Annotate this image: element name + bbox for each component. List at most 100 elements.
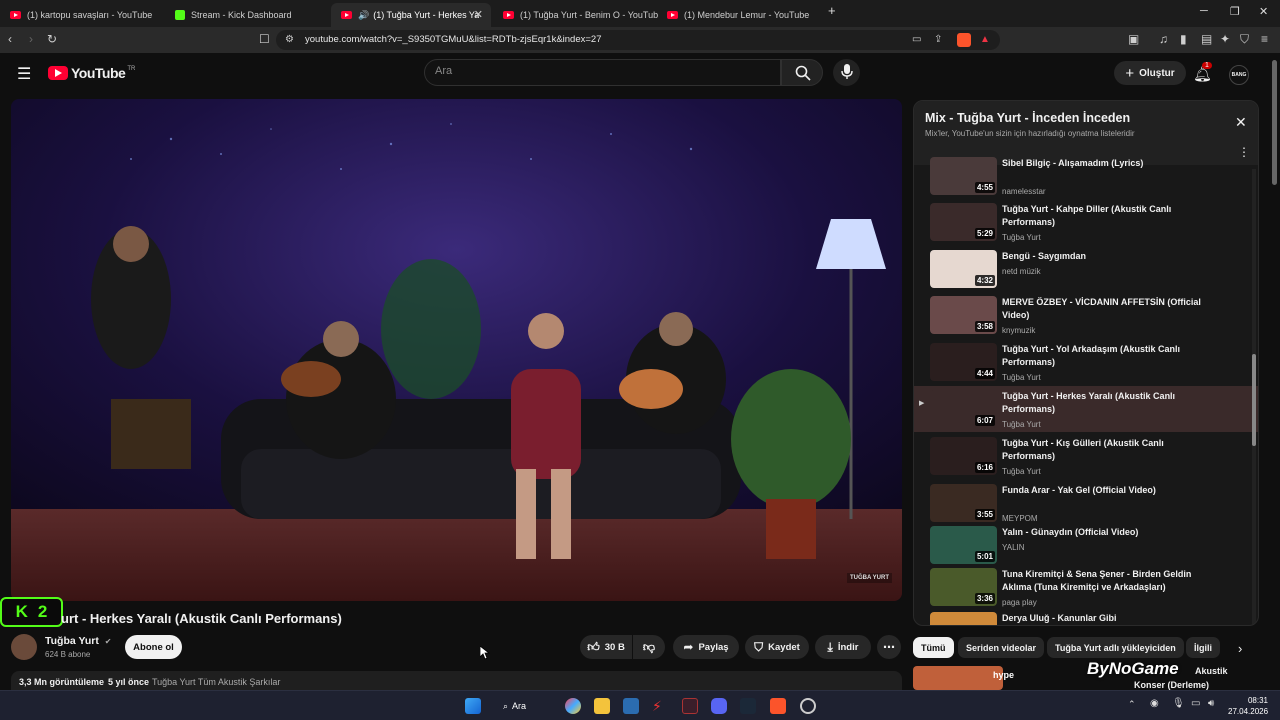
playlist-item[interactable]: 5:01 Yalın - Günaydın (Official Video) YAL…: [914, 522, 1258, 568]
voice-search-button[interactable]: [833, 59, 860, 86]
video-thumbnail[interactable]: 4:44: [930, 343, 997, 381]
obs-icon[interactable]: [800, 698, 816, 714]
search-box[interactable]: [424, 59, 781, 86]
steam-icon[interactable]: [740, 698, 756, 714]
scrollbar-thumb[interactable]: [1252, 354, 1256, 446]
taskbar-search[interactable]: ⌕ Ara: [503, 696, 555, 716]
clock[interactable]: 08:31 27.04.2026: [1228, 695, 1268, 717]
playlist-item[interactable]: 5:29 Tuğba Yurt - Kahpe Diller (Akustik C…: [914, 199, 1258, 245]
create-button[interactable]: + Oluştur: [1114, 61, 1186, 85]
browser-tab[interactable]: (1) Tuğba Yurt - Benim O - YouTube: [493, 3, 658, 27]
site-info-icon[interactable]: ⚙: [285, 34, 294, 46]
back-icon[interactable]: ‹: [8, 33, 12, 45]
youtube-logo[interactable]: YouTube TR: [48, 65, 135, 81]
playlist-scrollbar[interactable]: [1252, 169, 1256, 625]
snipping-tool-icon[interactable]: [623, 698, 639, 714]
new-tab-button[interactable]: +: [828, 3, 836, 18]
video-player[interactable]: TUĞBA YURT: [11, 99, 902, 601]
browser-tab-active[interactable]: 🔊 (1) Tuğba Yurt - Herkes Yaralı ✕: [331, 3, 491, 27]
vpn-icon[interactable]: ⛉: [1240, 33, 1249, 45]
playlist-item[interactable]: Derya Uluğ - Kanunlar Gibi: [914, 608, 1258, 625]
video-thumbnail[interactable]: 6:16: [930, 437, 997, 475]
video-thumbnail[interactable]: 4:32: [930, 250, 997, 288]
country-code: TR: [127, 66, 136, 72]
brave-browser-icon[interactable]: [770, 698, 786, 714]
dislike-button[interactable]: 👎︎: [633, 635, 665, 659]
forward-icon[interactable]: ›: [29, 33, 33, 45]
address-bar[interactable]: ⚙ youtube.com/watch?v=_S9350TGMuU&list=R…: [276, 30, 1000, 50]
close-icon[interactable]: ✕: [1235, 114, 1247, 131]
description-tag[interactable]: Tuğba Yurt Tüm Akustik Şarkılar: [152, 677, 280, 687]
playlist-item-current[interactable]: ▶ 6:07 Tuğba Yurt - Herkes Yaralı (Akustik…: [914, 386, 1258, 432]
chevron-right-icon[interactable]: ›: [1238, 641, 1242, 656]
bookmark-icon[interactable]: ☐: [259, 33, 270, 45]
search-input[interactable]: [435, 65, 765, 77]
cast-icon[interactable]: ▭: [912, 34, 921, 46]
browser-tab[interactable]: Stream - Kick Dashboard: [165, 3, 330, 27]
save-button[interactable]: ⛉ Kaydet: [745, 635, 809, 659]
tray-app-icon[interactable]: ◉: [1150, 698, 1159, 709]
account-avatar[interactable]: BANG: [1229, 65, 1249, 85]
hamburger-menu-icon[interactable]: ☰: [17, 64, 31, 84]
file-explorer-icon[interactable]: [594, 698, 610, 714]
chip-all[interactable]: Tümü: [913, 637, 954, 658]
copilot-icon[interactable]: [565, 698, 581, 714]
download-button[interactable]: ⤓ İndir: [815, 635, 871, 659]
sidebar-icon[interactable]: ▮: [1180, 33, 1187, 45]
chip-related[interactable]: İlgili: [1186, 637, 1220, 658]
video-thumbnail[interactable]: 3:36: [930, 568, 997, 606]
menu-icon[interactable]: ≡: [1261, 33, 1268, 45]
recommendation-title-2[interactable]: Konser (Derleme): [1134, 680, 1209, 690]
video-thumbnail[interactable]: 5:01: [930, 526, 997, 564]
close-tab-icon[interactable]: ✕: [474, 8, 483, 21]
chip-uploader[interactable]: Tuğba Yurt adlı yükleyiciden: [1047, 637, 1184, 658]
network-icon[interactable]: ▭: [1191, 698, 1200, 709]
brave-shields-icon[interactable]: [957, 33, 971, 47]
playlist-item[interactable]: 3:55 Funda Arar - Yak Gel (Official Video…: [914, 480, 1258, 526]
volume-icon[interactable]: 🔊︎: [1208, 698, 1214, 709]
discord-icon[interactable]: [711, 698, 727, 714]
subscribe-button[interactable]: Abone ol: [125, 635, 182, 659]
windows-start-icon[interactable]: [465, 698, 481, 714]
share-icon[interactable]: ⇪: [934, 34, 942, 46]
wallet-icon[interactable]: ▤: [1201, 33, 1212, 45]
channel-name[interactable]: Tuğba Yurt: [45, 635, 99, 647]
playlist-item[interactable]: 4:44 Tuğba Yurt - Yol Arkadaşım (Akustik …: [914, 339, 1258, 385]
minimize-icon[interactable]: ─: [1200, 5, 1208, 17]
app-icon[interactable]: [682, 698, 698, 714]
video-thumbnail[interactable]: 6:07: [930, 390, 997, 428]
chip-series[interactable]: Seriden videolar: [958, 637, 1045, 658]
close-window-icon[interactable]: ✕: [1259, 5, 1268, 18]
video-thumbnail[interactable]: 3:55: [930, 484, 997, 522]
video-thumbnail[interactable]: 3:58: [930, 296, 997, 334]
brave-rewards-icon[interactable]: ▲: [980, 34, 990, 45]
playlist-item[interactable]: 4:55 Sibel Bilgiç - Alışamadım (Lyrics) na…: [914, 157, 1258, 203]
playlist-item[interactable]: 6:16 Tuğba Yurt - Kış Gülleri (Akustik Ca…: [914, 433, 1258, 479]
video-thumbnail[interactable]: 5:29: [930, 203, 997, 241]
playlist-item[interactable]: 4:32 Bengü - Saygımdan netd müzik: [914, 246, 1258, 292]
restore-icon[interactable]: ❐: [1230, 5, 1240, 18]
more-actions-button[interactable]: ⋯: [877, 635, 901, 659]
browser-tab[interactable]: (1) Mendebur Lemur - YouTube: [657, 3, 822, 27]
tray-chevron-icon[interactable]: ⌃: [1128, 699, 1136, 710]
recommendation-title[interactable]: Akustik: [1195, 666, 1228, 676]
recommendation-thumbnail[interactable]: [913, 666, 1003, 690]
search-button[interactable]: [781, 59, 823, 86]
like-button[interactable]: 👍︎ 30 B: [580, 635, 632, 659]
music-icon[interactable]: ♫: [1159, 33, 1168, 45]
reload-icon[interactable]: ↻: [47, 33, 57, 45]
page-scrollbar-thumb[interactable]: [1272, 60, 1277, 185]
notifications-button[interactable]: 🔔︎ 1: [1193, 62, 1212, 84]
microphone-tray-icon[interactable]: 🎙︎: [1172, 698, 1185, 709]
extensions-icon[interactable]: ✦: [1220, 33, 1230, 45]
playlist-item[interactable]: 3:58 MERVE ÖZBEY - VİCDANIN AFFETSİN (Off…: [914, 292, 1258, 338]
leo-icon[interactable]: ▣: [1128, 33, 1139, 45]
share-button[interactable]: ➦ Paylaş: [673, 635, 739, 659]
lightning-app-icon[interactable]: ⚡︎: [652, 698, 668, 714]
tab-title: (1) Tuğba Yurt - Herkes Yaralı: [373, 10, 480, 20]
video-thumbnail[interactable]: 4:55: [930, 157, 997, 195]
channel-avatar[interactable]: [11, 634, 37, 660]
playlist-item[interactable]: 3:36 Tuna Kiremitçi & Sena Şener - Birden…: [914, 564, 1258, 610]
video-thumbnail[interactable]: [930, 612, 997, 625]
browser-tab[interactable]: (1) kartopu savaşları - YouTube: [0, 3, 165, 27]
